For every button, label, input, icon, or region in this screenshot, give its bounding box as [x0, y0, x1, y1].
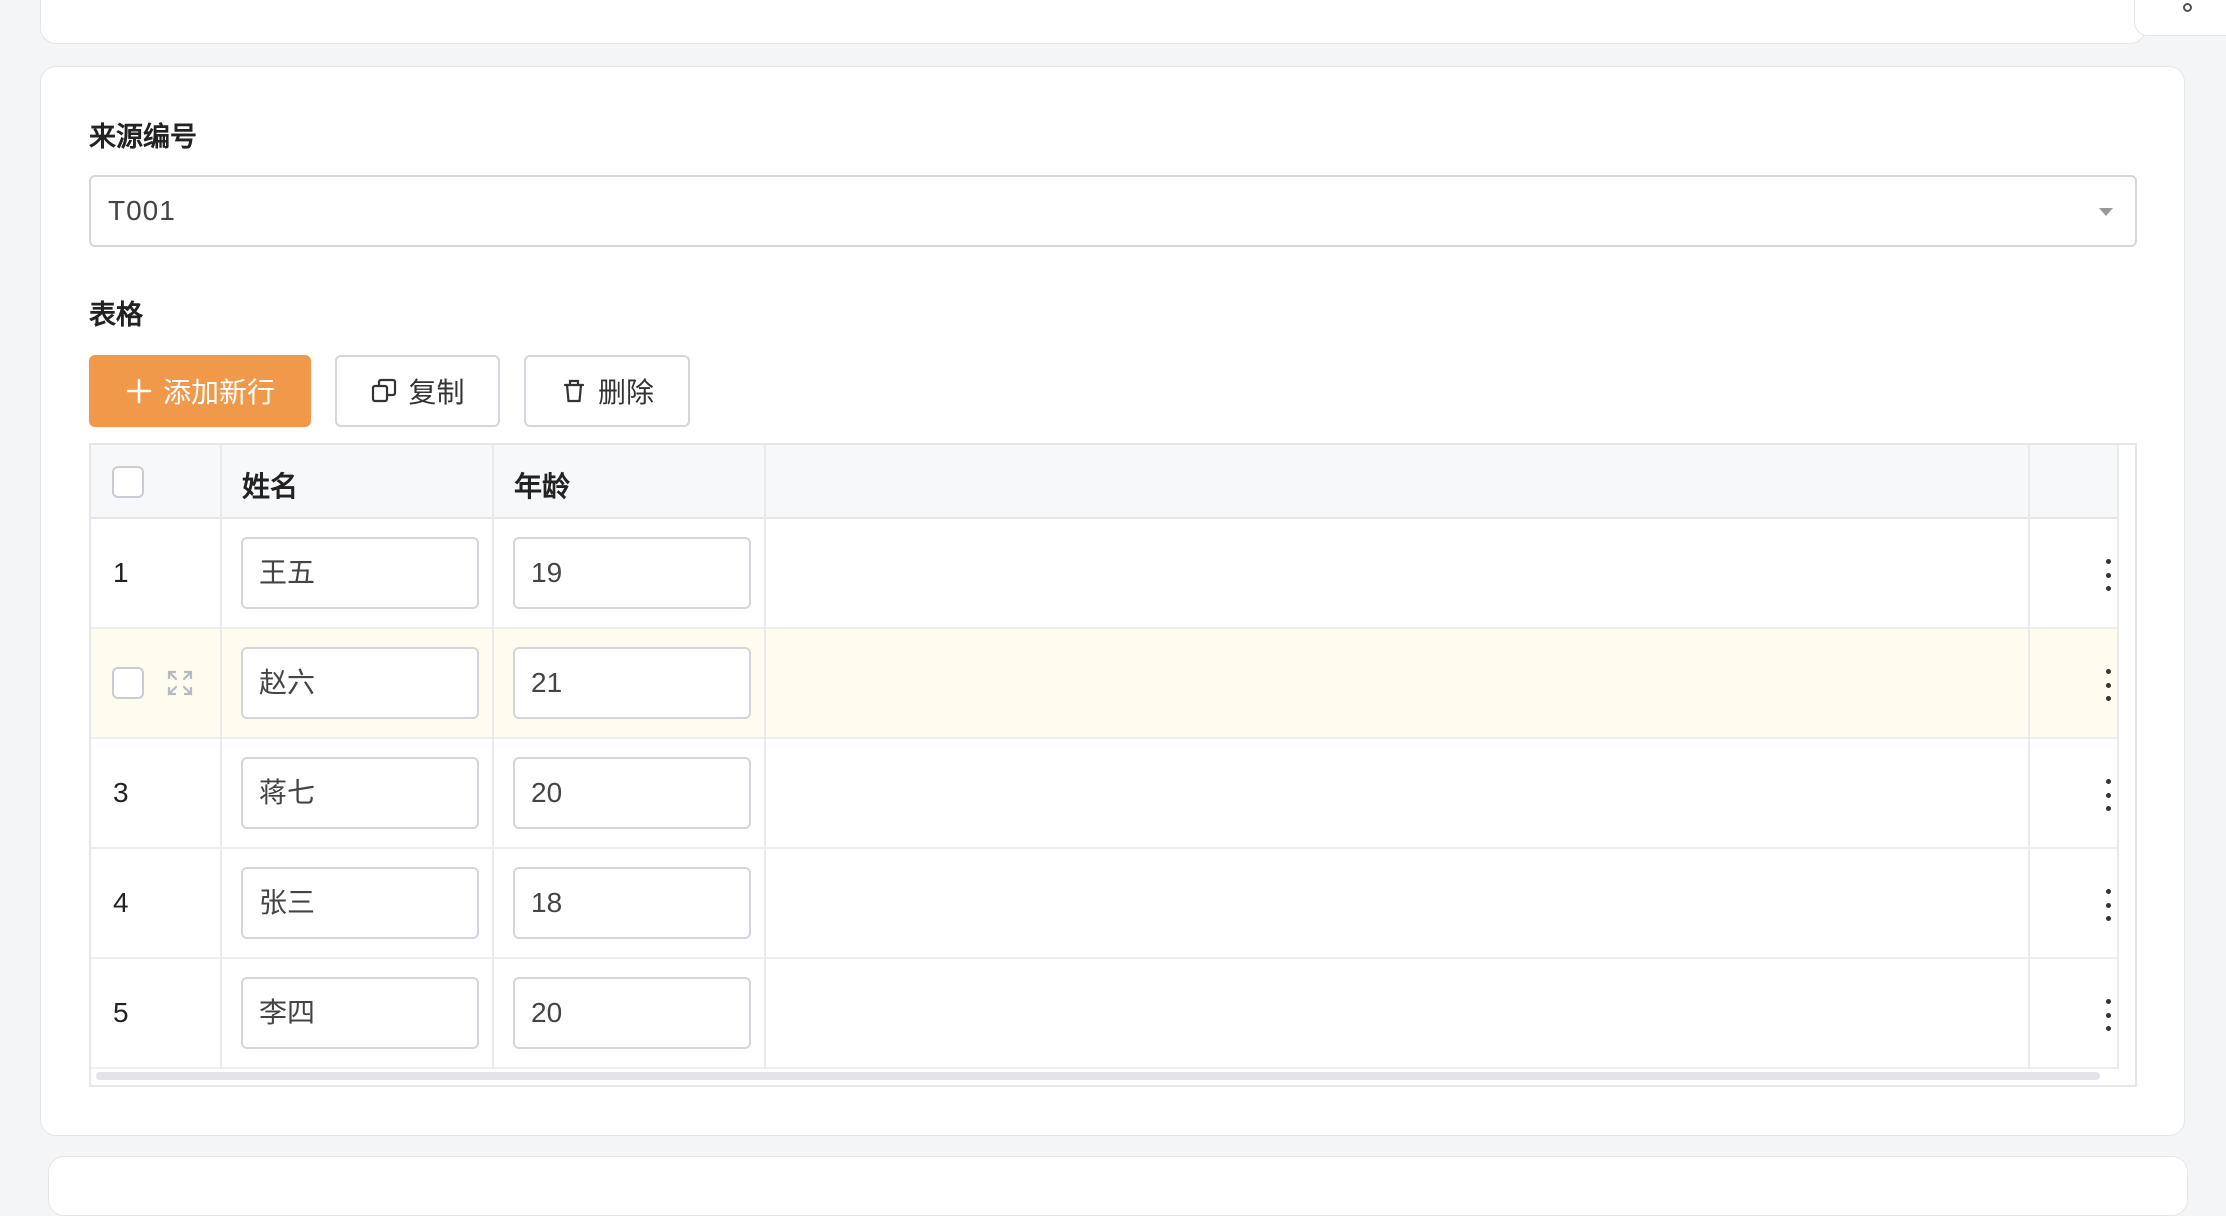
age-input[interactable]: 21	[513, 647, 751, 719]
link-icon	[2183, 3, 2192, 12]
column-divider	[2028, 445, 2030, 1069]
copy-button[interactable]: 复制	[335, 355, 500, 427]
more-vertical-icon[interactable]	[2103, 555, 2113, 595]
plus-icon	[125, 377, 153, 405]
row-checkbox[interactable]	[112, 667, 144, 699]
column-divider	[492, 445, 494, 1069]
age-input[interactable]: 20	[513, 757, 751, 829]
column-header-age: 年龄	[514, 471, 571, 502]
delete-label: 删除	[597, 377, 654, 408]
table-row: 5 李四 20	[91, 959, 2117, 1069]
copy-label: 复制	[408, 377, 465, 408]
age-input[interactable]: 19	[513, 537, 751, 609]
source-select-value: T001	[108, 195, 176, 226]
copy-icon	[370, 377, 398, 405]
row-number: 4	[113, 887, 129, 918]
chevron-down-icon	[2099, 208, 2113, 216]
add-row-button[interactable]: 添加新行	[89, 355, 311, 427]
name-input[interactable]: 赵六	[241, 647, 479, 719]
column-divider	[764, 445, 766, 1069]
name-input[interactable]: 蒋七	[241, 757, 479, 829]
more-vertical-icon[interactable]	[2103, 665, 2113, 705]
side-tab[interactable]	[2134, 0, 2226, 36]
select-all-checkbox[interactable]	[112, 466, 144, 498]
more-vertical-icon[interactable]	[2103, 775, 2113, 815]
name-input[interactable]: 王五	[241, 537, 479, 609]
add-row-label: 添加新行	[162, 377, 275, 408]
source-select[interactable]: T001	[89, 175, 2137, 247]
data-table: 姓名 年龄 1 王五 19 赵六 21 3 蒋七 20 4 张三 18 5 李四…	[89, 443, 2137, 1087]
expand-icon[interactable]	[166, 669, 194, 697]
column-divider	[2117, 445, 2119, 1069]
row-number: 3	[113, 777, 129, 808]
top-card	[40, 0, 2146, 44]
row-number: 1	[113, 557, 129, 588]
column-divider	[220, 445, 222, 1069]
table-row: 赵六 21	[91, 629, 2117, 739]
age-input[interactable]: 18	[513, 867, 751, 939]
table-row: 3 蒋七 20	[91, 739, 2117, 849]
trash-icon	[560, 377, 588, 405]
source-label: 来源编号	[89, 122, 197, 152]
name-input[interactable]: 李四	[241, 977, 479, 1049]
table-header: 姓名 年龄	[91, 445, 2117, 519]
table-row: 1 王五 19	[91, 519, 2117, 629]
age-input[interactable]: 20	[513, 977, 751, 1049]
more-vertical-icon[interactable]	[2103, 995, 2113, 1035]
column-header-name: 姓名	[242, 471, 299, 502]
name-input[interactable]: 张三	[241, 867, 479, 939]
row-number: 5	[113, 997, 129, 1028]
bottom-card	[48, 1156, 2188, 1216]
more-vertical-icon[interactable]	[2103, 885, 2113, 925]
horizontal-scrollbar[interactable]	[96, 1072, 2100, 1080]
table-row: 4 张三 18	[91, 849, 2117, 959]
delete-button[interactable]: 删除	[524, 355, 690, 427]
table-label: 表格	[89, 300, 143, 330]
